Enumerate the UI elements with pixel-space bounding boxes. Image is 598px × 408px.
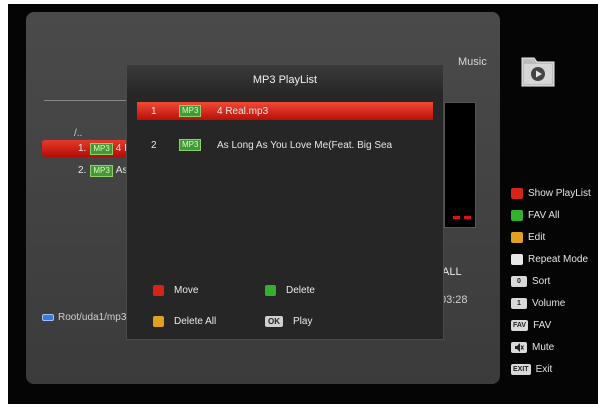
white-key-icon <box>511 253 523 265</box>
playlist-item-name: As Long As You Love Me(Feat. Big Sea <box>217 139 393 151</box>
playlist-item-name: 4 Real.mp3 <box>217 105 269 117</box>
legend-mute[interactable]: Mute <box>511 336 591 358</box>
play-button[interactable]: OK Play <box>265 316 312 327</box>
file-index: 1. <box>78 143 87 154</box>
play-label: Play <box>293 316 313 327</box>
legend-volume[interactable]: 1 Volume <box>511 292 591 314</box>
legend-label: Sort <box>532 275 551 287</box>
red-key-icon <box>511 187 523 199</box>
divider <box>44 100 136 101</box>
delete-all-label: Delete All <box>174 316 217 327</box>
repeat-mode-value: ALL <box>442 266 462 278</box>
delete-label: Delete <box>286 285 315 296</box>
storage-icon <box>42 314 54 321</box>
current-path: Root/uda1/mp3 <box>42 312 126 323</box>
legend-exit[interactable]: EXIT Exit <box>511 358 591 380</box>
mp3-icon: MP3 <box>179 139 217 151</box>
screen: Music /.. 1. MP3 4 I 2. MP3 As ALL 03:28… <box>8 4 598 404</box>
fav-key-icon: FAV <box>511 319 529 331</box>
playlist-item-number: 2 <box>151 139 157 151</box>
legend-label: Show PlayList <box>528 187 591 199</box>
delete-button[interactable]: Delete <box>265 285 315 296</box>
legend-label: Exit <box>535 363 553 375</box>
yellow-key-icon <box>511 231 523 243</box>
green-key-icon <box>511 209 523 221</box>
mp3-icon: MP3 <box>179 105 217 117</box>
mp3-icon: MP3 <box>90 164 113 177</box>
move-label: Move <box>174 285 199 296</box>
yellow-key-icon <box>153 316 164 327</box>
file-index: 2. <box>78 165 87 176</box>
folder-play-icon <box>521 57 555 87</box>
legend-label: Repeat Mode <box>528 253 589 265</box>
parent-folder-item[interactable]: /.. <box>74 128 82 139</box>
play-time: 03:28 <box>440 294 468 306</box>
ok-key-icon: OK <box>265 316 283 327</box>
delete-all-button[interactable]: Delete All <box>153 316 216 327</box>
legend-edit[interactable]: Edit <box>511 226 591 248</box>
playlist-item-number: 1 <box>151 105 157 117</box>
one-key-icon: 1 <box>511 297 527 309</box>
playlist-dialog: MP3 PlayList 1 MP3 4 Real.mp3 2 MP3 As L… <box>126 64 444 340</box>
spectrum-bar <box>464 216 471 219</box>
red-key-icon <box>153 285 164 296</box>
legend-sort[interactable]: 0 Sort <box>511 270 591 292</box>
legend-fav-all[interactable]: FAV All <box>511 204 591 226</box>
legend-fav[interactable]: FAV FAV <box>511 314 591 336</box>
mute-key-icon <box>511 341 527 353</box>
exit-key-icon: EXIT <box>511 363 531 375</box>
move-button[interactable]: Move <box>153 285 198 296</box>
playlist-item[interactable]: 2 MP3 As Long As You Love Me(Feat. Big S… <box>137 136 433 154</box>
green-key-icon <box>265 285 276 296</box>
legend-label: Mute <box>532 341 555 353</box>
legend-label: FAV All <box>528 209 560 221</box>
legend-show-playlist[interactable]: Show PlayList <box>511 182 591 204</box>
legend-repeat-mode[interactable]: Repeat Mode <box>511 248 591 270</box>
playlist-item[interactable]: 1 MP3 4 Real.mp3 <box>137 102 433 120</box>
legend-label: FAV <box>533 319 552 331</box>
key-legend: Show PlayList FAV All Edit Repeat Mode 0… <box>511 182 591 380</box>
legend-label: Volume <box>532 297 566 309</box>
spectrum-preview <box>444 102 476 228</box>
path-text: Root/uda1/mp3 <box>58 312 127 323</box>
mp3-icon: MP3 <box>90 142 113 155</box>
zero-key-icon: 0 <box>511 275 527 287</box>
legend-label: Edit <box>528 231 546 243</box>
section-title: Music <box>458 56 487 68</box>
spectrum-bar <box>453 216 460 219</box>
dialog-title: MP3 PlayList <box>127 65 443 95</box>
